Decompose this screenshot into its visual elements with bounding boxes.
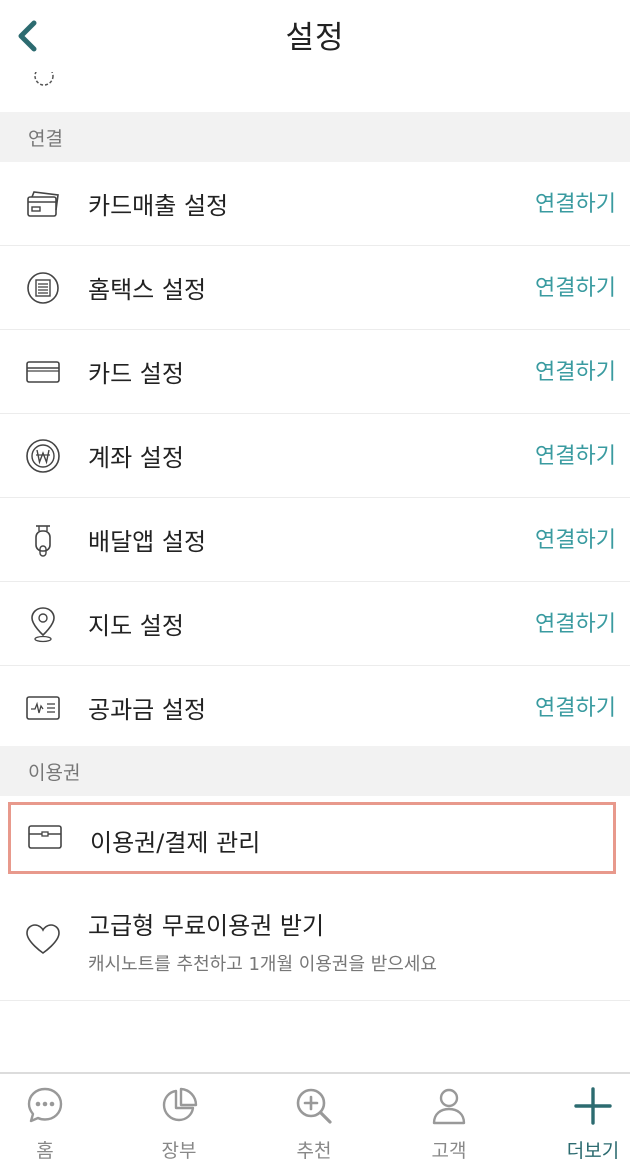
connect-link[interactable]: 연결하기 <box>535 690 616 722</box>
connect-link[interactable]: 연결하기 <box>535 186 616 218</box>
section-label: 이용권 <box>28 762 81 784</box>
won-coin-icon <box>24 438 62 474</box>
connect-link[interactable]: 연결하기 <box>535 522 616 554</box>
list-item-card-sales[interactable]: 카드매출 설정 연결하기 <box>0 162 630 246</box>
connect-link[interactable]: 연결하기 <box>535 270 616 302</box>
list-item-hometax[interactable]: 홈택스 설정 연결하기 <box>0 246 630 330</box>
tab-home[interactable]: 홈 <box>0 1074 108 1170</box>
section-header-connect: 연결 <box>0 112 630 162</box>
item-subtitle: 캐시노트를 추천하고 1개월 이용권을 받으세요 <box>88 954 437 975</box>
tab-ledger[interactable]: 장부 <box>116 1074 242 1170</box>
gear-icon <box>34 72 54 86</box>
bottom-tab-bar: 홈 장부 추천 고객 더보기 <box>0 1072 630 1170</box>
connect-link[interactable]: 연결하기 <box>535 606 616 638</box>
item-label: 카드 설정 <box>88 360 184 388</box>
plus-icon <box>574 1087 612 1125</box>
utility-bill-icon <box>24 690 62 726</box>
tab-label: 고객 <box>431 1140 467 1162</box>
list-item-utility-bill[interactable]: 공과금 설정 연결하기 <box>0 666 630 750</box>
chat-bubble-icon <box>27 1087 63 1123</box>
tab-label: 장부 <box>161 1140 197 1162</box>
list-item-delivery-app[interactable]: 배달앱 설정 연결하기 <box>0 498 630 582</box>
wallet-icon <box>27 823 63 855</box>
app-header: 설정 <box>0 0 630 72</box>
zoom-in-icon <box>296 1088 332 1124</box>
item-label: 홈택스 설정 <box>88 276 207 304</box>
section-label: 연결 <box>28 128 63 150</box>
clipped-list-item[interactable]: ▔ ▔ ▔ ▔ ▔ ▔ ▔ ▔ <box>0 72 630 112</box>
person-icon <box>432 1088 466 1125</box>
item-label: 배달앱 설정 <box>88 528 207 556</box>
tab-label: 홈 <box>36 1140 54 1162</box>
connect-link[interactable]: 연결하기 <box>535 354 616 386</box>
item-label: 이용권/결제 관리 <box>90 829 261 857</box>
item-label: 계좌 설정 <box>88 444 184 472</box>
credit-card-icon <box>24 354 62 390</box>
tab-more[interactable]: 더보기 <box>530 1074 630 1170</box>
map-pin-icon <box>24 606 62 643</box>
list-item-account[interactable]: 계좌 설정 연결하기 <box>0 414 630 498</box>
item-label: 카드매출 설정 <box>88 192 229 220</box>
tab-label: 추천 <box>296 1140 332 1162</box>
connect-link[interactable]: 연결하기 <box>535 438 616 470</box>
pie-chart-icon <box>162 1087 198 1122</box>
list-item-card[interactable]: 카드 설정 연결하기 <box>0 330 630 414</box>
list-item-pass-payment[interactable]: 이용권/결제 관리 <box>8 802 616 874</box>
tab-recommend[interactable]: 추천 <box>251 1074 377 1170</box>
item-label: 지도 설정 <box>88 612 184 640</box>
tab-label: 더보기 <box>566 1140 620 1162</box>
section-header-pass: 이용권 <box>0 746 630 796</box>
list-item-free-pass[interactable]: 고급형 무료이용권 받기 캐시노트를 추천하고 1개월 이용권을 받으세요 <box>0 878 630 1001</box>
scooter-icon <box>24 522 62 558</box>
item-label: 고급형 무료이용권 받기 <box>88 912 325 940</box>
list-item-map[interactable]: 지도 설정 연결하기 <box>0 582 630 666</box>
page-title: 설정 <box>285 20 345 56</box>
item-label: 공과금 설정 <box>88 696 207 724</box>
document-circle-icon <box>24 270 62 306</box>
tab-customer[interactable]: 고객 <box>386 1074 512 1170</box>
card-stack-icon <box>24 186 62 222</box>
heart-icon <box>24 922 62 960</box>
clipped-item-fragment: ▔ ▔ ▔ ▔ ▔ ▔ ▔ ▔ <box>88 72 289 78</box>
